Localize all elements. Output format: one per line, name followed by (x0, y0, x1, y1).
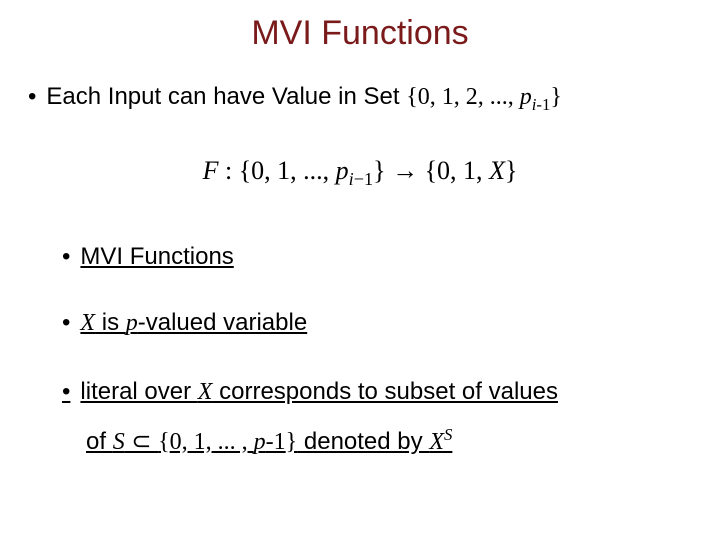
bullet-dot: • (62, 307, 70, 339)
formula-dom-open: { (239, 156, 251, 185)
bullet-mvi-functions: • MVI Functions (0, 241, 720, 307)
bullet-text: X is p-valued variable (80, 307, 692, 339)
sub3-sup-S: S (444, 425, 452, 444)
formula-dom-sub-m1: −1 (354, 170, 373, 190)
sub2-p: p (126, 310, 138, 336)
sub2-tail: -valued variable (138, 309, 307, 336)
formula-dom-p: p (336, 156, 349, 185)
sub3-set-m1: -1 (266, 429, 286, 455)
bullet-dot: • (28, 81, 36, 113)
sub1-text: MVI Functions (80, 243, 233, 270)
sub3-S: S (113, 429, 125, 455)
formula-dom-close: } (373, 156, 385, 185)
bullet-dot: • (62, 241, 70, 273)
set-open: { (406, 84, 418, 110)
formula-F: F (203, 156, 219, 185)
bullet-literal-over-x: • literal over X corresponds to subset of… (0, 373, 720, 461)
formula-cod-close: } (505, 156, 517, 185)
sub3-a: literal over (80, 378, 197, 405)
sub3-set-p: p (254, 429, 266, 455)
bullet-each-input: • Each Input can have Value in Set {0, 1… (0, 81, 720, 150)
sub3-c: of (86, 428, 113, 455)
formula-cod-open: {0, 1, (425, 156, 489, 185)
sub2-mid: is (95, 309, 126, 336)
bullet-x-p-valued: • X is p-valued variable (0, 307, 720, 373)
literal-line1: • literal over X corresponds to subset of… (62, 373, 692, 411)
sub3-b: corresponds to subset of values (212, 378, 558, 405)
sub3-set-open: { (158, 429, 170, 455)
bullet-prefix: Each Input can have Value in Set (46, 83, 406, 110)
set-close: } (550, 84, 562, 110)
sub3-set-vals: 0, 1, ... , (170, 429, 254, 455)
formula-colon: : (218, 156, 238, 185)
set-vals: 0, 1, 2, ..., (418, 84, 520, 110)
sub3-X2: X (429, 429, 444, 455)
formula-cod-X: X (489, 156, 505, 185)
sub3-d: denoted by (297, 428, 429, 455)
sub3-set-close: } (286, 429, 298, 455)
bullet-dot: • (62, 378, 70, 405)
set-p: p (520, 84, 532, 110)
formula-mapping: F : {0, 1, ..., pi−1} → {0, 1, X} (0, 150, 720, 240)
set-sub-minus1: -1 (536, 95, 550, 114)
bullet-text: Each Input can have Value in Set {0, 1, … (46, 81, 692, 116)
formula-arrow: → (386, 156, 425, 185)
slide-title: MVI Functions (0, 0, 720, 81)
sub3-subset: ⊂ (125, 428, 158, 455)
bullet-text: MVI Functions (80, 241, 692, 273)
sub2-X: X (80, 310, 95, 336)
sub3-X: X (198, 379, 213, 405)
literal-line2: of S ⊂ {0, 1, ... , p-1} denoted by XS (86, 422, 692, 461)
formula-dom-vals: 0, 1, ..., (251, 156, 336, 185)
